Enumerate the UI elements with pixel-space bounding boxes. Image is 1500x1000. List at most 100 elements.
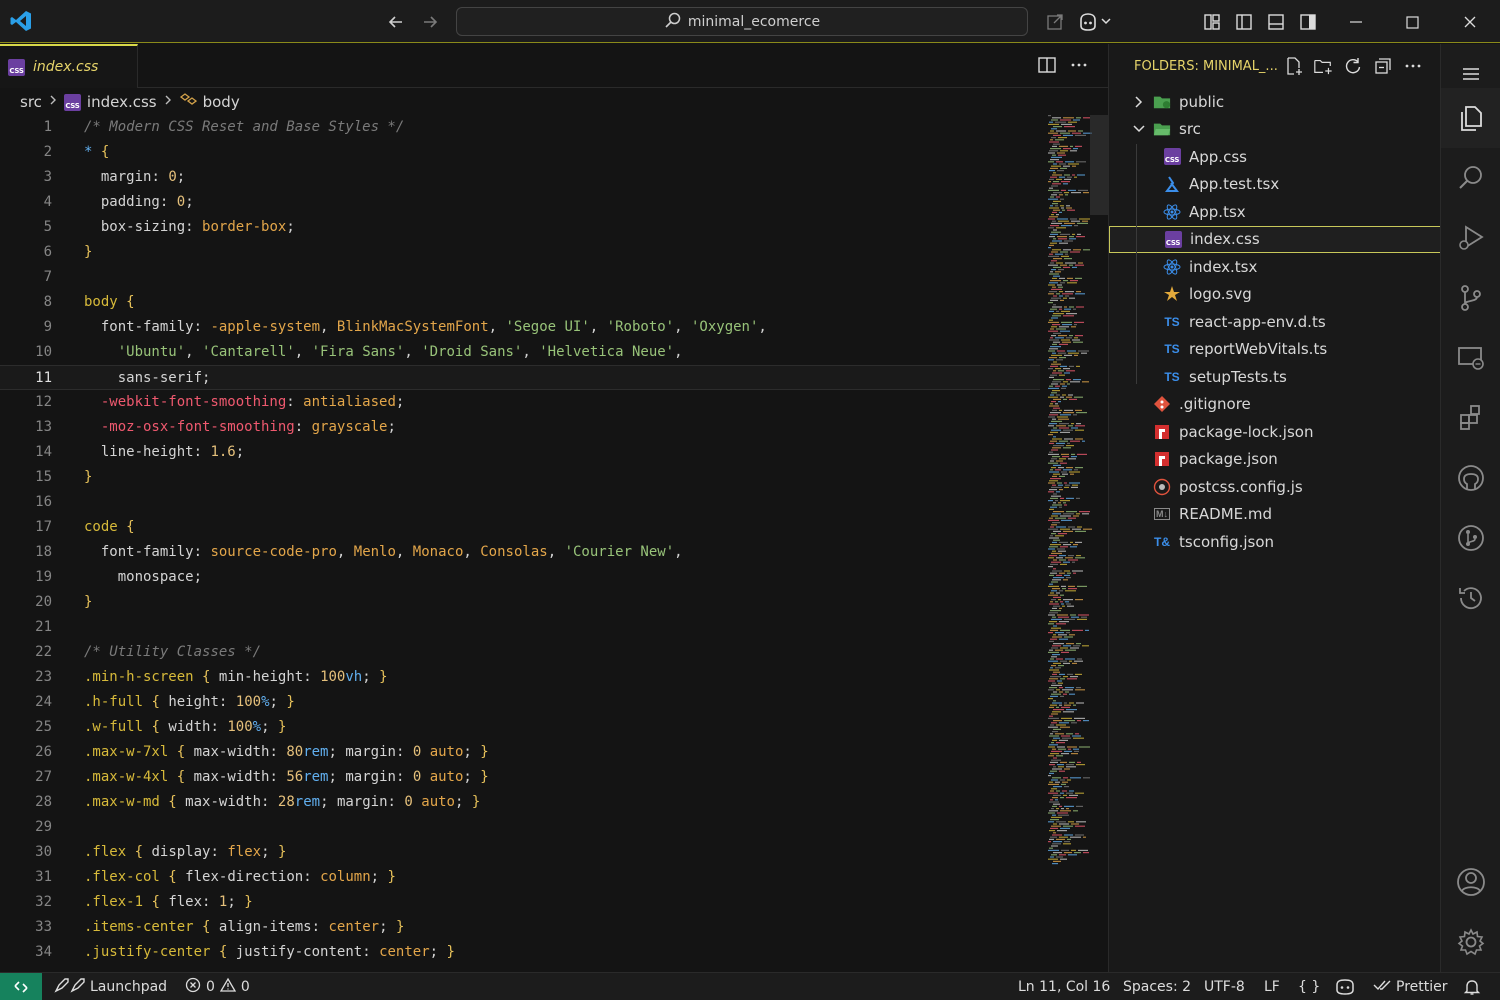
code-line[interactable]: 9 font-family: -apple-system, BlinkMacSy… — [0, 315, 1040, 340]
code-line[interactable]: 21 — [0, 615, 1040, 640]
tree-item-logo-svg[interactable]: logo.svg — [1109, 281, 1441, 309]
extensions-icon[interactable] — [1441, 388, 1500, 448]
github-icon[interactable] — [1441, 448, 1500, 508]
tree-item-app-tsx[interactable]: App.tsx — [1109, 198, 1441, 226]
tree-item-gitignore[interactable]: .gitignore — [1109, 391, 1441, 419]
search-icon[interactable] — [1441, 148, 1500, 208]
forward-arrow-icon[interactable] — [418, 10, 442, 34]
tree-item-package-json[interactable]: package.json — [1109, 446, 1441, 474]
more-actions-icon[interactable] — [1068, 54, 1090, 76]
code-line[interactable]: 20} — [0, 590, 1040, 615]
tree-item-index-css[interactable]: CSS index.css — [1109, 225, 1441, 253]
tree-item-setuptests-ts[interactable]: TS setupTests.ts — [1109, 363, 1441, 391]
code-line[interactable]: 2 * { — [0, 140, 1040, 165]
command-center-search[interactable]: minimal_ecomerce — [456, 7, 1028, 36]
code-line[interactable]: 15} — [0, 465, 1040, 490]
tree-item-react-app-env-d-ts[interactable]: TS react-app-env.d.ts — [1109, 308, 1441, 336]
launchpad-button[interactable]: Launchpad — [53, 973, 167, 1000]
code-line[interactable]: 1 /* Modern CSS Reset and Base Styles */ — [0, 115, 1040, 140]
maximize-icon[interactable] — [1400, 10, 1424, 34]
code-line[interactable]: 8 body { — [0, 290, 1040, 315]
new-file-icon[interactable] — [1284, 56, 1304, 76]
indentation-selector[interactable]: Spaces: 2 — [1123, 973, 1191, 1000]
tree-item-index-tsx[interactable]: index.tsx — [1109, 253, 1441, 281]
minimap-slider[interactable] — [1090, 115, 1108, 215]
code-line[interactable]: 16 — [0, 490, 1040, 515]
prettier-status[interactable]: Prettier — [1373, 973, 1448, 1000]
explorer-more-icon[interactable] — [1403, 56, 1423, 76]
timeline-history-icon[interactable] — [1441, 568, 1500, 628]
code-line[interactable]: 10 'Ubuntu', 'Cantarell', 'Fira Sans', '… — [0, 340, 1040, 365]
chevron-down-icon[interactable] — [1131, 121, 1147, 137]
code-line[interactable]: 7 — [0, 265, 1040, 290]
eol-selector[interactable]: LF — [1264, 973, 1280, 1000]
code-line[interactable]: 3 margin: 0; — [0, 165, 1040, 190]
code-line[interactable]: 11 sans-serif; — [0, 365, 1040, 390]
source-control-icon[interactable] — [1441, 268, 1500, 328]
collapse-all-icon[interactable] — [1373, 56, 1393, 76]
code-line[interactable]: 18 font-family: source-code-pro, Menlo, … — [0, 540, 1040, 565]
run-debug-icon[interactable] — [1441, 208, 1500, 268]
split-editor-icon[interactable] — [1036, 54, 1058, 76]
remote-explorer-icon[interactable] — [1441, 328, 1500, 388]
tree-item-readme-md[interactable]: M↓ README.md — [1109, 501, 1441, 529]
notifications-bell-icon[interactable] — [1463, 973, 1481, 1000]
code-line[interactable]: 25 .w-full { width: 100%; } — [0, 715, 1040, 740]
copilot-icon[interactable] — [1076, 10, 1116, 34]
new-folder-icon[interactable] — [1313, 56, 1333, 76]
code-line[interactable]: 32 .flex-1 { flex: 1; } — [0, 890, 1040, 915]
code-line[interactable]: 17 code { — [0, 515, 1040, 540]
back-arrow-icon[interactable] — [384, 10, 408, 34]
code-line[interactable]: 31 .flex-col { flex-direction: column; } — [0, 865, 1040, 890]
code-line[interactable]: 30 .flex { display: flex; } — [0, 840, 1040, 865]
customize-layout-icon[interactable] — [1200, 10, 1224, 34]
breadcrumb-item-file[interactable]: index.css — [87, 93, 157, 111]
toggle-secondary-sidebar-icon[interactable] — [1296, 10, 1320, 34]
code-line[interactable]: 28 .max-w-md { max-width: 28rem; margin: … — [0, 790, 1040, 815]
minimap[interactable] — [1046, 115, 1094, 875]
code-editor[interactable]: 1 /* Modern CSS Reset and Base Styles */ 2… — [0, 115, 1040, 972]
tree-item-public[interactable]: public — [1109, 88, 1441, 116]
tree-item-tsconfig-json[interactable]: T& tsconfig.json — [1109, 528, 1441, 556]
code-line[interactable]: 4 padding: 0; — [0, 190, 1040, 215]
problems-indicator[interactable]: 0 0 — [185, 973, 250, 1000]
code-line[interactable]: 13 -moz-osx-font-smoothing: grayscale; — [0, 415, 1040, 440]
remote-indicator-button[interactable] — [0, 973, 42, 1000]
tree-item-reportwebvitals-ts[interactable]: TS reportWebVitals.ts — [1109, 336, 1441, 364]
tab-index-css[interactable]: CSS index.css — [0, 44, 138, 88]
refresh-icon[interactable] — [1343, 56, 1363, 76]
tree-item-app-css[interactable]: CSS App.css — [1109, 143, 1441, 171]
code-line[interactable]: 34 .justify-center { justify-content: cen… — [0, 940, 1040, 965]
code-line[interactable]: 33 .items-center { align-items: center; } — [0, 915, 1040, 940]
open-external-icon[interactable] — [1043, 10, 1067, 34]
code-line[interactable]: 24 .h-full { height: 100%; } — [0, 690, 1040, 715]
tree-item-src[interactable]: src — [1109, 116, 1441, 144]
code-line[interactable]: 23 .min-h-screen { min-height: 100vh; } — [0, 665, 1040, 690]
tree-item-postcss-config-js[interactable]: postcss.config.js — [1109, 473, 1441, 501]
toggle-primary-sidebar-icon[interactable] — [1232, 10, 1256, 34]
cursor-position[interactable]: Ln 11, Col 16 — [1018, 973, 1110, 1000]
breadcrumb-item-symbol[interactable]: body — [203, 93, 240, 111]
code-line[interactable]: 14 line-height: 1.6; — [0, 440, 1040, 465]
settings-gear-icon[interactable] — [1441, 912, 1500, 972]
code-line[interactable]: 22 /* Utility Classes */ — [0, 640, 1040, 665]
code-line[interactable]: 12 -webkit-font-smoothing: antialiased; — [0, 390, 1040, 415]
code-line[interactable]: 19 monospace; — [0, 565, 1040, 590]
copilot-status-icon[interactable] — [1334, 973, 1356, 1000]
code-line[interactable]: 5 box-sizing: border-box; — [0, 215, 1040, 240]
code-line[interactable]: 6} — [0, 240, 1040, 265]
close-icon[interactable] — [1458, 10, 1482, 34]
tree-item-package-lock-json[interactable]: package-lock.json — [1109, 418, 1441, 446]
code-line[interactable]: 26 .max-w-7xl { max-width: 80rem; margin:… — [0, 740, 1040, 765]
accounts-icon[interactable] — [1441, 852, 1500, 912]
breadcrumb-item-src[interactable]: src — [20, 93, 42, 111]
gitlens-icon[interactable] — [1441, 508, 1500, 568]
tree-item-app-test-tsx[interactable]: App.test.tsx — [1109, 171, 1441, 199]
encoding-selector[interactable]: UTF-8 — [1204, 973, 1245, 1000]
chevron-right-icon[interactable] — [1131, 94, 1147, 110]
minimize-icon[interactable] — [1344, 10, 1368, 34]
code-line[interactable]: 29 — [0, 815, 1040, 840]
explorer-icon[interactable] — [1441, 88, 1500, 148]
language-mode-selector[interactable]: { } — [1298, 973, 1320, 1000]
code-line[interactable]: 27 .max-w-4xl { max-width: 56rem; margin:… — [0, 765, 1040, 790]
